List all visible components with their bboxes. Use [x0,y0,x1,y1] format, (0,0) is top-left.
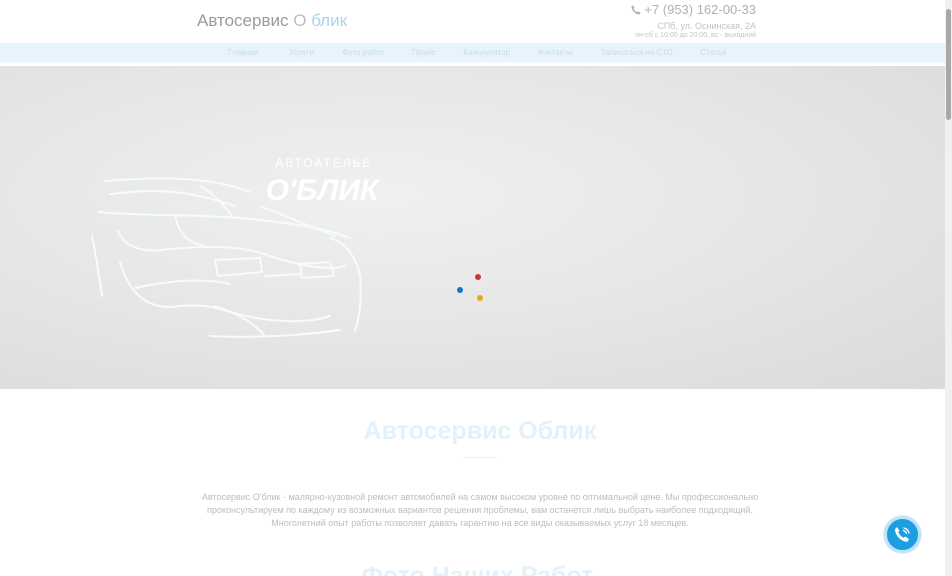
hero-brand-line2: О'БЛИК [266,174,381,207]
scrollbar-thumb[interactable] [946,9,951,120]
site-header: Автосервис О блик +7 (953) 162-00-33 СПб… [0,0,945,43]
nav-item-services[interactable]: Услуги [289,48,314,57]
section-title: Автосервис Облик [363,417,597,445]
nav-item-contacts[interactable]: Контакты [538,48,573,57]
nav-item-booking[interactable]: Записаться на СТО [601,48,673,57]
page-scrollbar[interactable] [945,0,952,576]
phone-icon [631,5,641,15]
call-button[interactable] [884,516,921,553]
nav-item-home[interactable]: Главная [228,48,258,57]
loader-dot-yellow [477,295,483,301]
main-nav: Главная Услуги Фото работ Прайс Калькуля… [0,43,945,63]
loader-dot-red [475,274,481,280]
call-icon [895,527,910,542]
site-logo[interactable]: Автосервис О блик [197,11,347,31]
page: Автосервис О блик +7 (953) 162-00-33 СПб… [0,0,952,576]
phone-number: +7 (953) 162-00-33 [644,2,756,17]
nav-item-prices[interactable]: Прайс [412,48,435,57]
nav-list: Главная Услуги Фото работ Прайс Калькуля… [228,48,727,57]
nav-item-calculator[interactable]: Калькулятор [463,48,510,57]
logo-main: Автосервис [197,11,289,30]
section-description: Автосервис О'блик - малярно-кузовной рем… [201,492,759,528]
loader-dot-blue [457,287,463,293]
hero-banner: АВТОАТЕЛЬЕ О'БЛИК [0,66,945,389]
title-divider [463,457,497,458]
header-hours: пн-сб с 10:00 до 20:00, вс - выходной [635,32,756,39]
hero-brand-line1: АВТОАТЕЛЬЕ [275,156,372,170]
nav-item-photos[interactable]: Фото работ [342,48,384,57]
header-address: СПб, ул. Оснинская, 2А [657,21,756,31]
car-sketch-illustration: АВТОАТЕЛЬЕ О'БЛИК [91,156,381,338]
logo-o: О [293,11,307,30]
next-section-title: Фото Наших Работ [361,562,594,576]
nav-item-articles[interactable]: Статьи [701,48,727,57]
logo-rest: блик [311,11,348,30]
header-phone[interactable]: +7 (953) 162-00-33 [631,2,756,17]
